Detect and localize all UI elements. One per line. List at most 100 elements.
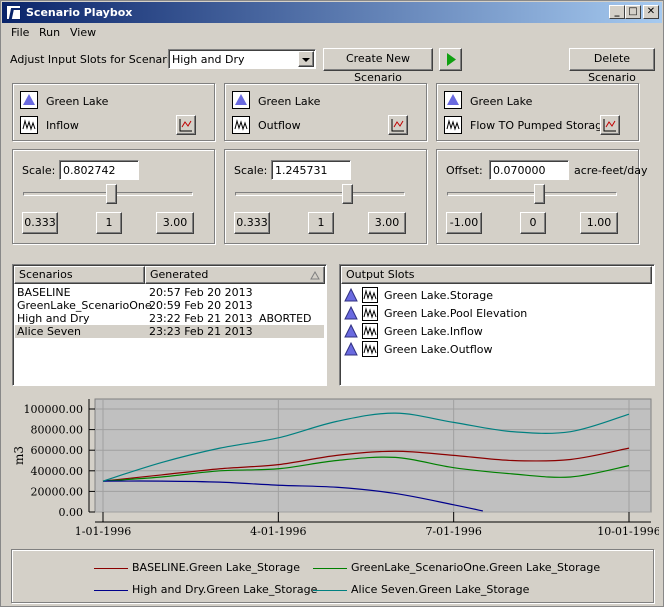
slider-preset-button[interactable]: 1.00: [580, 212, 618, 234]
scenario-row[interactable]: GreenLake_ScenarioOne 20:59 Feb 20 2013: [15, 299, 324, 312]
output-slot-name: Green Lake.Storage: [384, 289, 493, 302]
scenario-name: BASELINE: [17, 286, 71, 299]
object-icon: [344, 341, 358, 357]
adjust-value-text: 0.070000: [493, 164, 546, 177]
output-slot-name: Green Lake.Pool Elevation: [384, 307, 528, 320]
object-icon: [344, 305, 358, 321]
legend-swatch: [313, 568, 347, 569]
scenario-generated: 23:22 Feb 21 2013: [149, 312, 253, 325]
slot-selector-panel: Green Lake Outflow: [224, 83, 427, 141]
slider-preset-button[interactable]: 0: [520, 212, 546, 234]
scenario-row[interactable]: High and Dry 23:22 Feb 21 2013 ABORTED: [15, 312, 324, 325]
scenario-playbox-window: Scenario Playbox _ □ ✕ File Run View Adj…: [0, 0, 664, 607]
output-slot-item[interactable]: Green Lake.Inflow: [342, 323, 651, 340]
legend-label: Alice Seven.Green Lake_Storage: [351, 583, 530, 596]
output-slot-item[interactable]: Green Lake.Pool Elevation: [342, 305, 651, 322]
create-scenario-button[interactable]: Create New Scenario: [323, 48, 433, 84]
close-button[interactable]: ✕: [643, 5, 659, 19]
object-name: Green Lake: [46, 95, 109, 108]
scenario-name: Alice Seven: [17, 325, 81, 338]
slot-adjust-panel: Scale: 0.802742 0.333 1 3.00: [12, 149, 215, 244]
output-slots-header: Output Slots: [341, 266, 652, 284]
slider-preset-button[interactable]: 0.333: [22, 212, 58, 234]
object-name: Green Lake: [258, 95, 321, 108]
adjust-value-input[interactable]: 0.802742: [59, 160, 139, 180]
y-tick-label: 40000.00: [31, 465, 84, 478]
y-tick-label: 60000.00: [31, 444, 84, 457]
y-tick-label: 20000.00: [31, 485, 84, 498]
adjust-slider-thumb[interactable]: [342, 184, 353, 204]
legend-label: BASELINE.Green Lake_Storage: [132, 561, 301, 574]
sort-ascending-icon: [310, 271, 320, 280]
slider-preset-button[interactable]: 1: [308, 212, 334, 234]
adjust-value-text: 0.802742: [63, 164, 116, 177]
output-slot-item[interactable]: Green Lake.Outflow: [342, 341, 651, 358]
chart-legend: BASELINE.Green Lake_Storage GreenLake_Sce…: [11, 549, 654, 603]
y-tick-label: 0.00: [59, 506, 84, 519]
scenario-select[interactable]: High and Dry: [168, 49, 316, 69]
adjust-slider-track[interactable]: [447, 192, 617, 196]
menu-view[interactable]: View: [70, 26, 96, 39]
scenario-status: ABORTED: [259, 312, 312, 325]
scenario-select-value: High and Dry: [172, 53, 245, 66]
x-tick-label: 4-01-1996: [250, 525, 306, 538]
slot-name: Outflow: [258, 119, 301, 132]
scenario-row[interactable]: Alice Seven 23:23 Feb 21 2013: [15, 325, 324, 338]
adjust-mode-label: Scale:: [22, 164, 56, 177]
scenario-generated: 20:57 Feb 20 2013: [149, 286, 253, 299]
slot-series-icon: [20, 116, 38, 134]
slot-series-icon: [362, 341, 378, 357]
maximize-button[interactable]: □: [625, 5, 641, 19]
plot-slot-icon[interactable]: [176, 115, 196, 135]
window-title: Scenario Playbox: [26, 6, 133, 19]
adjust-value-input[interactable]: 0.070000: [489, 160, 569, 180]
x-tick-label: 7-01-1996: [425, 525, 481, 538]
object-name: Green Lake: [470, 95, 533, 108]
x-tick-label: 10-01-1996: [597, 525, 659, 538]
menu-file[interactable]: File: [11, 26, 29, 39]
unit-label: acre-feet/day: [574, 164, 648, 177]
output-slot-item[interactable]: Green Lake.Storage: [342, 287, 651, 304]
slider-preset-button[interactable]: 0.333: [234, 212, 270, 234]
scenario-generated: 23:23 Feb 21 2013: [149, 325, 253, 338]
title-bar[interactable]: Scenario Playbox _ □ ✕: [2, 2, 662, 23]
slot-series-icon: [444, 116, 462, 134]
plot-slot-icon[interactable]: [600, 115, 620, 135]
chevron-down-icon[interactable]: [298, 51, 314, 67]
adjust-value-input[interactable]: 1.245731: [271, 160, 351, 180]
scenario-row[interactable]: BASELINE 20:57 Feb 20 2013: [15, 286, 324, 299]
adjust-slider-thumb[interactable]: [106, 184, 117, 204]
minimize-button[interactable]: _: [609, 5, 625, 19]
scenario-generated: 20:59 Feb 20 2013: [149, 299, 253, 312]
scenarios-column-header[interactable]: Scenarios: [14, 266, 145, 284]
plot-area: [94, 398, 652, 513]
object-icon: [20, 91, 38, 109]
menu-run[interactable]: Run: [39, 26, 60, 39]
play-icon: [447, 53, 456, 66]
delete-scenario-button[interactable]: Delete Scenario: [569, 48, 655, 84]
slot-series-icon: [362, 305, 378, 321]
slot-selector-panel: Green Lake Inflow: [12, 83, 215, 141]
output-slots-list[interactable]: Output Slots Green Lake.Storage Green Lak…: [339, 264, 655, 386]
storage-chart[interactable]: 100000.00 80000.00 60000.00 40000.00 20000.0…: [9, 394, 659, 546]
object-icon: [344, 323, 358, 339]
slider-preset-button[interactable]: 3.00: [156, 212, 194, 234]
run-button[interactable]: [439, 48, 462, 71]
plot-slot-icon[interactable]: [388, 115, 408, 135]
scenario-name: GreenLake_ScenarioOne: [17, 299, 152, 312]
object-icon: [444, 91, 462, 109]
slider-preset-button[interactable]: 1: [96, 212, 122, 234]
slot-adjust-panel: Offset: 0.070000 acre-feet/day -1.00 0 1.00: [436, 149, 647, 244]
legend-swatch: [94, 568, 128, 569]
legend-label: GreenLake_ScenarioOne.Green Lake_Storage: [351, 561, 601, 574]
menu-bar: File Run View: [2, 23, 662, 42]
adjust-input-label: Adjust Input Slots for Scenario:: [10, 53, 181, 66]
scenarios-list[interactable]: Scenarios Generated BASELINE 20:57 Feb 20…: [12, 264, 327, 386]
adjust-slider-track[interactable]: [235, 192, 405, 196]
adjust-slider-thumb[interactable]: [534, 184, 545, 204]
object-icon: [344, 287, 358, 303]
slider-preset-button[interactable]: 3.00: [368, 212, 406, 234]
generated-column-header[interactable]: Generated: [145, 266, 325, 284]
slider-preset-button[interactable]: -1.00: [446, 212, 482, 234]
object-icon: [232, 91, 250, 109]
